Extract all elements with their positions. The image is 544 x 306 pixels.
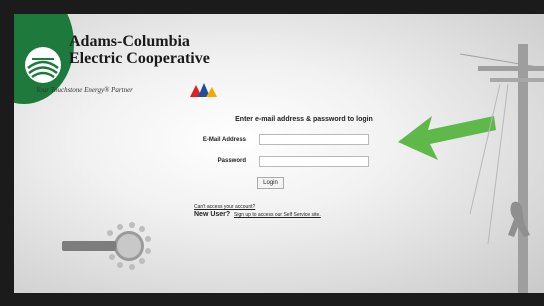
- email-label: E-Mail Address: [202, 137, 246, 143]
- cooperative-name-line1: Adams-Columbia: [69, 33, 190, 50]
- energy-hub-logo: [62, 222, 151, 270]
- new-user-label: New User?: [194, 211, 231, 218]
- login-screen: Adams-Columbia Electric Cooperative Your…: [14, 14, 544, 293]
- access-account-link[interactable]: Can't access your account?: [194, 204, 255, 210]
- sign-up-link[interactable]: Sign up to access our Self Service site.: [234, 212, 321, 218]
- password-label: Password: [217, 158, 246, 164]
- cooperative-name: Adams-Columbia Electric Cooperative: [69, 33, 210, 67]
- password-field[interactable]: [259, 156, 369, 167]
- tagline: Your Touchstone Energy® Partner: [36, 86, 133, 94]
- touchstone-energy-logo: [190, 83, 217, 97]
- email-field[interactable]: [259, 134, 369, 145]
- co-op-emblem-icon: [25, 47, 61, 83]
- cooperative-name-line2: Electric Cooperative: [69, 50, 210, 67]
- utility-pole-illustration: [460, 44, 544, 293]
- login-button[interactable]: Login: [257, 177, 284, 189]
